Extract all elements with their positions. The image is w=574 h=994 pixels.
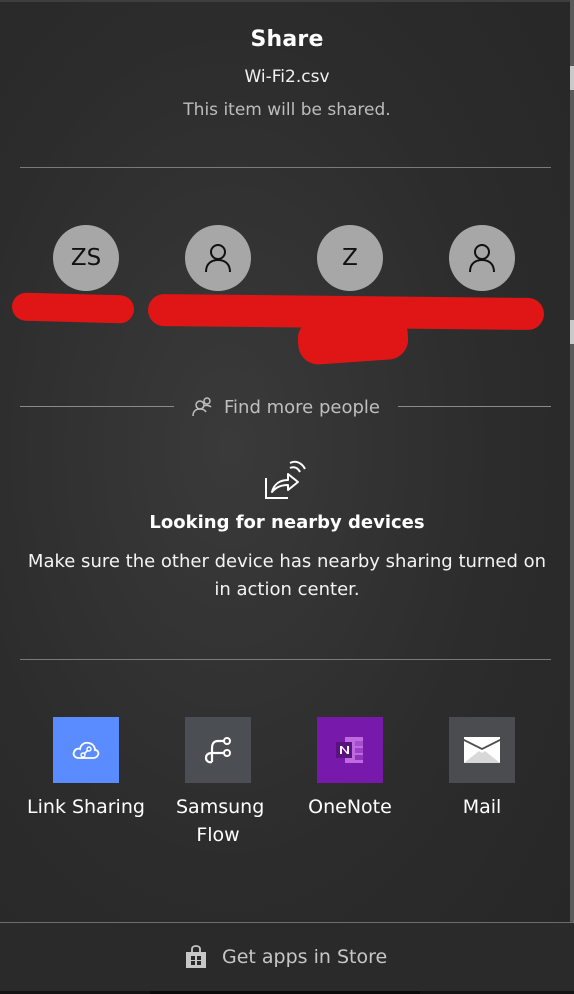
- onenote-tile: [317, 717, 383, 783]
- app-label: Mail: [462, 796, 502, 818]
- store-footer: Get apps in Store: [0, 922, 574, 992]
- link-sharing-tile: [53, 717, 119, 783]
- cloud-link-icon: [72, 741, 100, 759]
- samsung-flow-tile: [185, 717, 251, 783]
- right-edge: [570, 0, 574, 994]
- share-panel: Share Wi-Fi2.csv This item will be share…: [0, 0, 574, 994]
- share-subtitle: This item will be shared.: [183, 100, 391, 120]
- store-label: Get apps in Store: [222, 946, 388, 968]
- app-label: OneNote: [308, 796, 392, 818]
- dialog-title: Share: [250, 27, 324, 52]
- nearby-title: Looking for nearby devices: [149, 512, 425, 533]
- find-more-people-row: Find more people: [0, 392, 574, 422]
- store-bag-icon: [186, 945, 206, 968]
- find-more-people-label: Find more people: [224, 396, 380, 418]
- nearby-description: Make sure the other device has nearby sh…: [27, 551, 547, 600]
- apps-divider: [20, 659, 551, 660]
- mail-tile: [449, 717, 515, 783]
- find-more-right-divider: [398, 406, 551, 407]
- header-divider: [20, 167, 551, 168]
- top-border: [0, 0, 574, 2]
- mail-icon: [464, 737, 500, 763]
- contact-initials: ZS: [70, 245, 102, 271]
- get-apps-in-store-button[interactable]: Get apps in Store: [184, 945, 387, 969]
- person-icon: [205, 244, 231, 273]
- shared-filename: Wi-Fi2.csv: [244, 67, 330, 87]
- flow-icon: [204, 737, 231, 764]
- find-more-left-divider: [20, 406, 174, 407]
- person-icon: [469, 244, 495, 273]
- contact-avatar-2[interactable]: [185, 225, 251, 291]
- app-samsung-flow[interactable]: Samsung Flow: [158, 717, 278, 849]
- app-label: Samsung Flow: [176, 796, 265, 846]
- app-label: Link Sharing: [27, 796, 145, 818]
- name-redaction-1: [11, 292, 135, 324]
- find-more-people-button[interactable]: Find more people: [192, 392, 380, 422]
- nearby-share-icon: [265, 460, 306, 499]
- people-search-icon: [192, 397, 212, 417]
- onenote-icon: [336, 737, 363, 763]
- name-redaction-3: [296, 312, 410, 366]
- app-onenote[interactable]: OneNote: [290, 717, 410, 821]
- contact-initials: Z: [342, 245, 358, 271]
- app-mail[interactable]: Mail: [422, 717, 542, 821]
- app-link-sharing[interactable]: Link Sharing: [26, 717, 146, 821]
- contact-avatar-4[interactable]: [449, 225, 515, 291]
- contact-avatar-1[interactable]: ZS: [53, 225, 119, 291]
- contact-avatar-3[interactable]: Z: [317, 225, 383, 291]
